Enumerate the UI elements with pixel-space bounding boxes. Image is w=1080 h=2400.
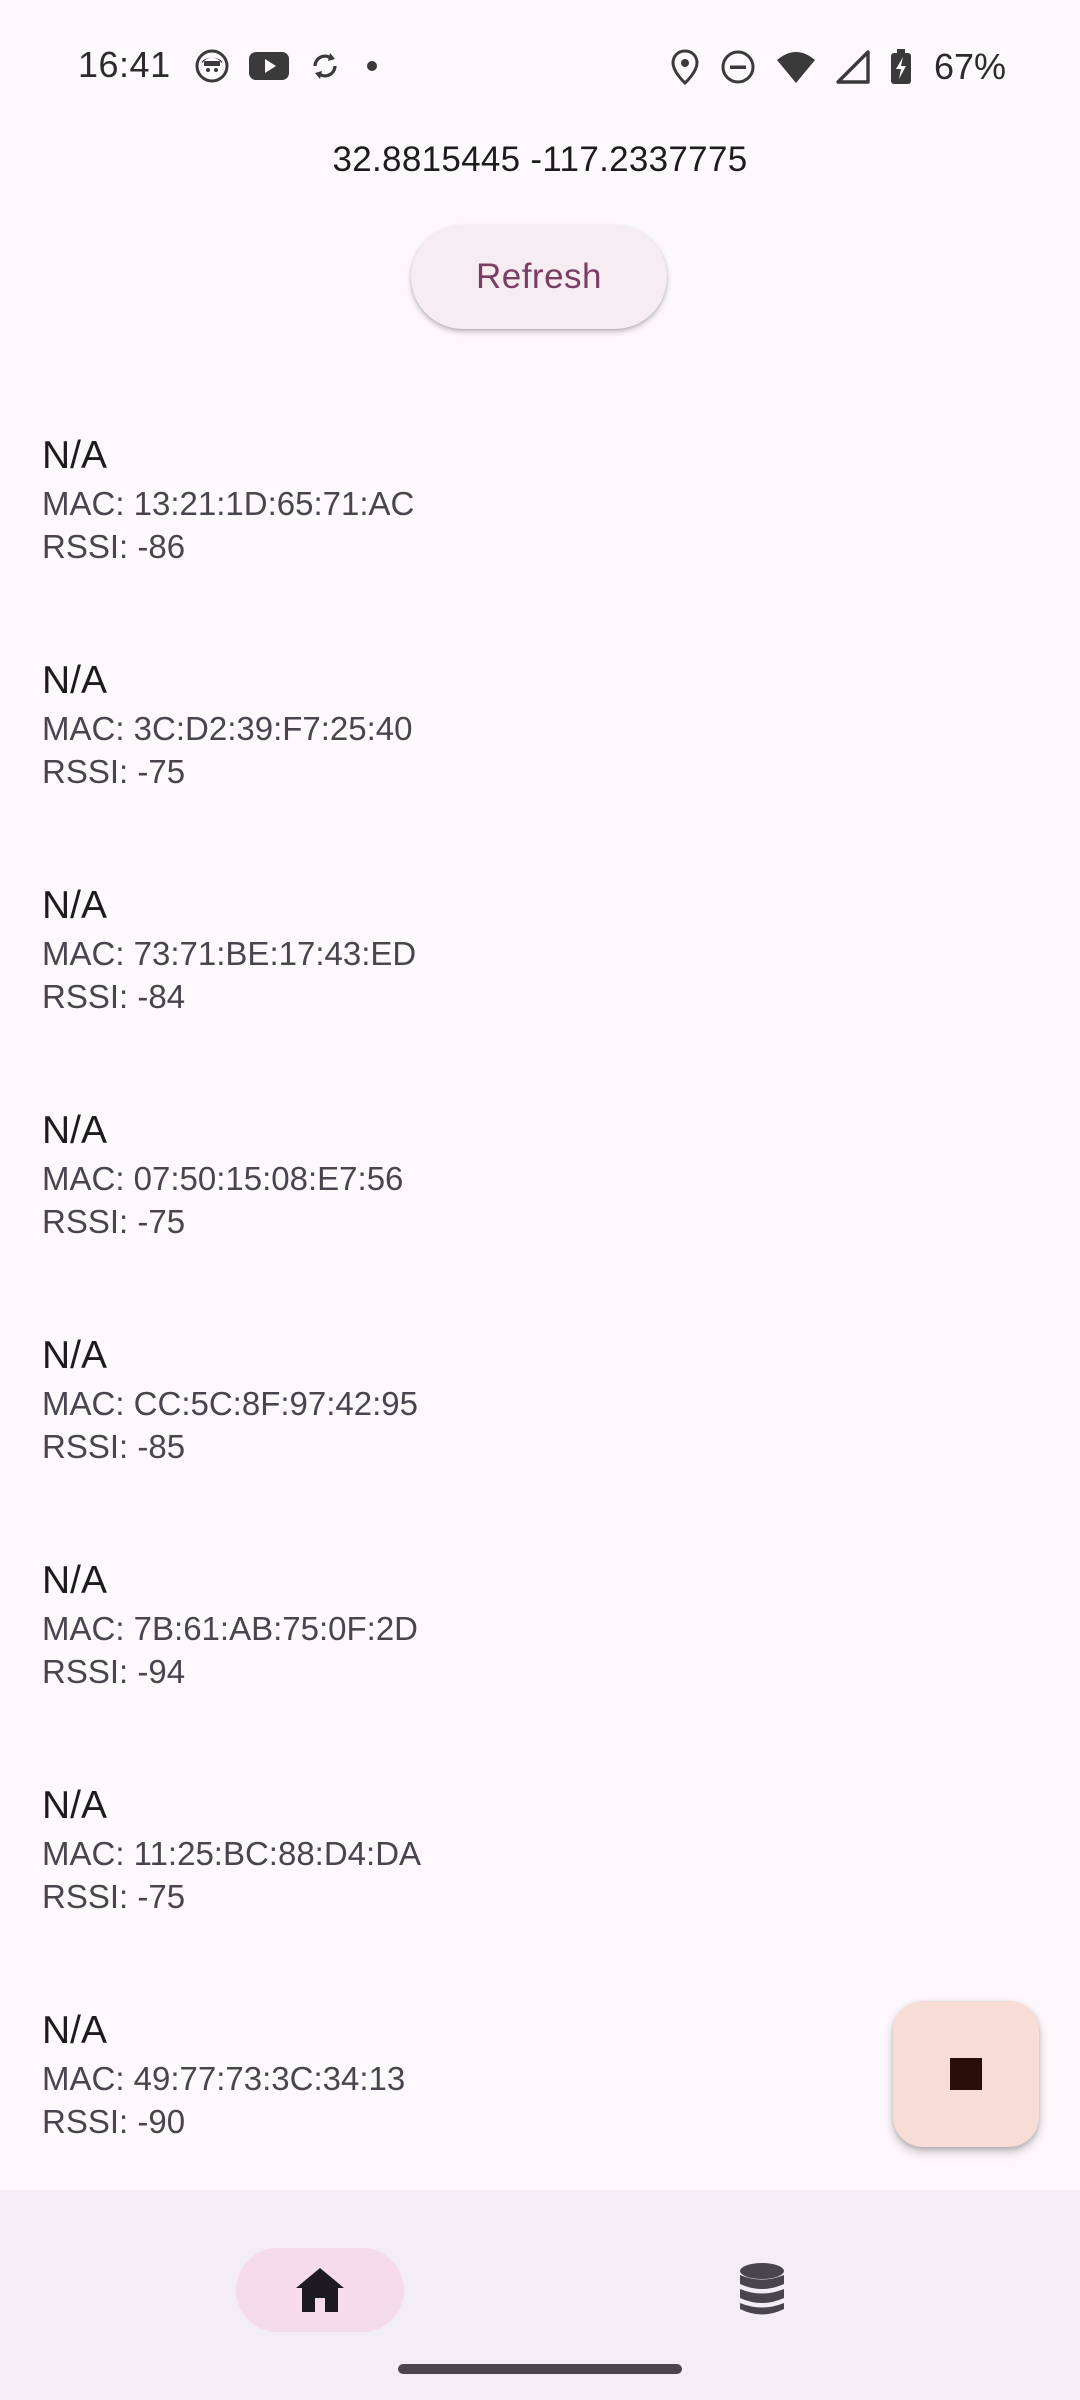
device-mac: MAC: 13:21:1D:65:71:AC [42,485,415,522]
device-rssi: RSSI: -75 [42,1203,186,1240]
list-item: N/A MAC: CC:5C:8F:97:42:95 RSSI: -85 [42,1330,1002,1555]
do-not-disturb-icon [720,49,756,85]
list-item: N/A MAC: 7B:61:AB:75:0F:2D RSSI: -94 [42,1555,1002,1780]
device-name: N/A [42,1109,108,1152]
device-mac: MAC: 7B:61:AB:75:0F:2D [42,1610,419,1647]
stop-icon [950,2058,982,2090]
refresh-button[interactable]: Refresh [411,225,667,329]
status-time: 16:41 [78,44,171,85]
device-rssi: RSSI: -94 [42,1653,186,1690]
wifi-icon [776,50,816,84]
more-dot-icon [360,54,384,78]
device-rssi: RSSI: -86 [42,528,186,565]
device-name: N/A [42,659,108,702]
device-rssi: RSSI: -75 [42,753,186,790]
device-mac: MAC: 3C:D2:39:F7:25:40 [42,710,413,747]
list-item: N/A MAC: 3C:D2:39:F7:25:40 RSSI: -75 [42,655,1002,880]
device-name: N/A [42,1334,108,1377]
status-right-icons: 67% [670,46,1006,88]
stop-scan-button[interactable] [893,2001,1039,2147]
home-icon [293,2266,347,2314]
device-list: N/A MAC: 13:21:1D:65:71:AC RSSI: -86 N/A… [42,430,1002,2230]
list-item: N/A MAC: 07:50:15:08:E7:56 RSSI: -75 [42,1105,1002,1330]
location-icon [670,49,700,85]
sync-icon [308,49,342,83]
nav-database-tab[interactable] [678,2248,846,2332]
device-name: N/A [42,434,108,477]
device-rssi: RSSI: -84 [42,978,186,1015]
database-icon [738,2262,786,2318]
device-rssi: RSSI: -85 [42,1428,186,1465]
list-item: N/A MAC: 73:71:BE:17:43:ED RSSI: -84 [42,880,1002,1105]
status-bar: 16:41 67% [0,0,1080,136]
nav-home-tab[interactable] [236,2248,404,2332]
device-name: N/A [42,1559,108,1602]
status-left-icons [194,48,384,84]
battery-charging-icon [890,49,912,85]
device-mac: MAC: 11:25:BC:88:D4:DA [42,1835,422,1872]
device-rssi: RSSI: -90 [42,2103,186,2140]
list-item: N/A MAC: 11:25:BC:88:D4:DA RSSI: -75 [42,1780,1002,2005]
app-notification-icon [194,48,230,84]
location-coordinates: 32.8815445 -117.2337775 [332,140,748,179]
list-item: N/A MAC: 13:21:1D:65:71:AC RSSI: -86 [42,430,1002,655]
device-rssi: RSSI: -75 [42,1878,186,1915]
device-name: N/A [42,884,108,927]
battery-percent: 67% [933,46,1006,87]
cell-signal-icon [836,50,870,84]
youtube-icon [248,50,290,82]
device-mac: MAC: 07:50:15:08:E7:56 [42,1160,404,1197]
device-mac: MAC: 73:71:BE:17:43:ED [42,935,417,972]
gesture-bar[interactable] [398,2364,682,2374]
device-mac: MAC: 49:77:73:3C:34:13 [42,2060,406,2097]
bottom-navigation [0,2190,1080,2400]
device-name: N/A [42,1784,108,1827]
device-mac: MAC: CC:5C:8F:97:42:95 [42,1385,418,1422]
device-name: N/A [42,2009,108,2052]
